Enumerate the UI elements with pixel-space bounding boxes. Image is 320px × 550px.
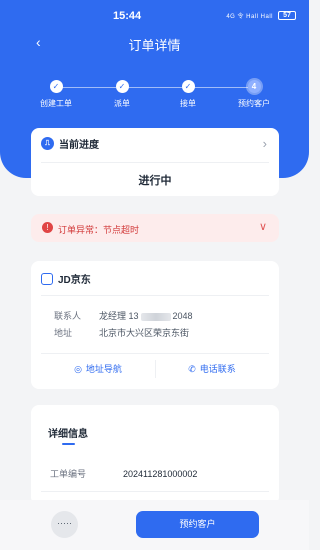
progress-header: ⎍ 当前进度 <box>41 136 99 151</box>
contact-phone-tail: 2048 <box>172 311 193 321</box>
order-number-value: 202411281000002 <box>123 469 198 479</box>
shop-actions: ◎ 地址导航 ✆ 电话联系 <box>41 353 269 381</box>
step-label: 创建工单 <box>40 99 72 108</box>
progress-icon: ⎍ <box>41 137 54 150</box>
address-label: 地址 <box>54 328 73 338</box>
phone-icon: ✆ <box>188 364 196 374</box>
shop-card: JD京东 联系人 龙经理 13 2048 地址 北京市大兴区荣京东街 ◎ 地址导航 ✆ 电… <box>31 261 279 389</box>
order-number-row: 工单编号 202411281000002 <box>50 467 197 480</box>
divider <box>41 162 269 163</box>
title-underline <box>62 443 75 445</box>
divider <box>41 491 269 492</box>
current-progress-card[interactable]: ⎍ 当前进度 › 进行中 <box>31 128 279 196</box>
bottom-action-bar: ····· 预约客户 <box>0 500 309 550</box>
alert-text: 订单异常：节点超时 <box>58 225 140 235</box>
battery-icon: 57 <box>278 11 296 20</box>
check-icon: ✓ <box>49 80 63 93</box>
contact-label: 联系人 <box>54 311 82 321</box>
progress-steps: ✓ 创建工单 ✓ 派单 ✓ 接单 4 预约客户 <box>0 80 309 120</box>
check-icon: ✓ <box>181 80 195 93</box>
signal-icons: 4G 令 Hall Hall <box>226 14 273 20</box>
address-row: 地址 北京市大兴区荣京东街 <box>54 326 189 339</box>
contact-name: 龙经理 13 <box>99 311 139 321</box>
page-title: 订单详情 <box>128 38 181 53</box>
navigate-label: 地址导航 <box>85 364 122 374</box>
order-number-label: 工单编号 <box>50 469 87 479</box>
address-value: 北京市大兴区荣京东街 <box>99 328 190 338</box>
call-label: 电话联系 <box>199 364 236 374</box>
redacted-phone <box>140 312 171 321</box>
step-accept: ✓ 接单 <box>158 80 218 109</box>
step-number-badge: 4 <box>247 80 261 93</box>
order-exception-alert[interactable]: ! 订单异常：节点超时 ∨ <box>31 214 279 242</box>
schedule-customer-button[interactable]: 预约客户 <box>136 511 259 538</box>
step-label: 接单 <box>180 99 196 108</box>
detail-title: 详细信息 <box>48 429 88 440</box>
shop-header: JD京东 <box>41 271 91 286</box>
progress-title: 当前进度 <box>59 140 99 151</box>
nav-bar: ‹ 订单详情 <box>0 28 309 58</box>
divider <box>41 295 269 296</box>
status-time: 15:44 <box>113 10 142 22</box>
alert-icon: ! <box>42 222 53 233</box>
step-label: 派单 <box>114 99 130 108</box>
progress-status: 进行中 <box>138 175 172 187</box>
step-create-order: ✓ 创建工单 <box>26 80 86 109</box>
step-appointment: 4 预约客户 <box>224 80 284 109</box>
contact-row: 联系人 龙经理 13 2048 <box>54 309 193 322</box>
step-label: 预约客户 <box>238 99 270 108</box>
store-icon <box>41 272 53 285</box>
step-dispatch: ✓ 派单 <box>92 80 152 109</box>
shop-name: JD京东 <box>58 275 91 286</box>
call-button[interactable]: ✆ 电话联系 <box>155 362 269 375</box>
chevron-down-icon[interactable]: ∨ <box>259 220 267 233</box>
navigate-button[interactable]: ◎ 地址导航 <box>41 362 155 375</box>
chevron-right-icon[interactable]: › <box>263 136 267 151</box>
status-bar: 15:44 4G 令 Hall Hall 57 <box>0 8 309 24</box>
check-icon: ✓ <box>115 80 129 93</box>
more-button[interactable]: ····· <box>51 511 78 538</box>
location-icon: ◎ <box>74 364 82 374</box>
detail-card: 详细信息 工单编号 202411281000002 <box>31 405 279 505</box>
